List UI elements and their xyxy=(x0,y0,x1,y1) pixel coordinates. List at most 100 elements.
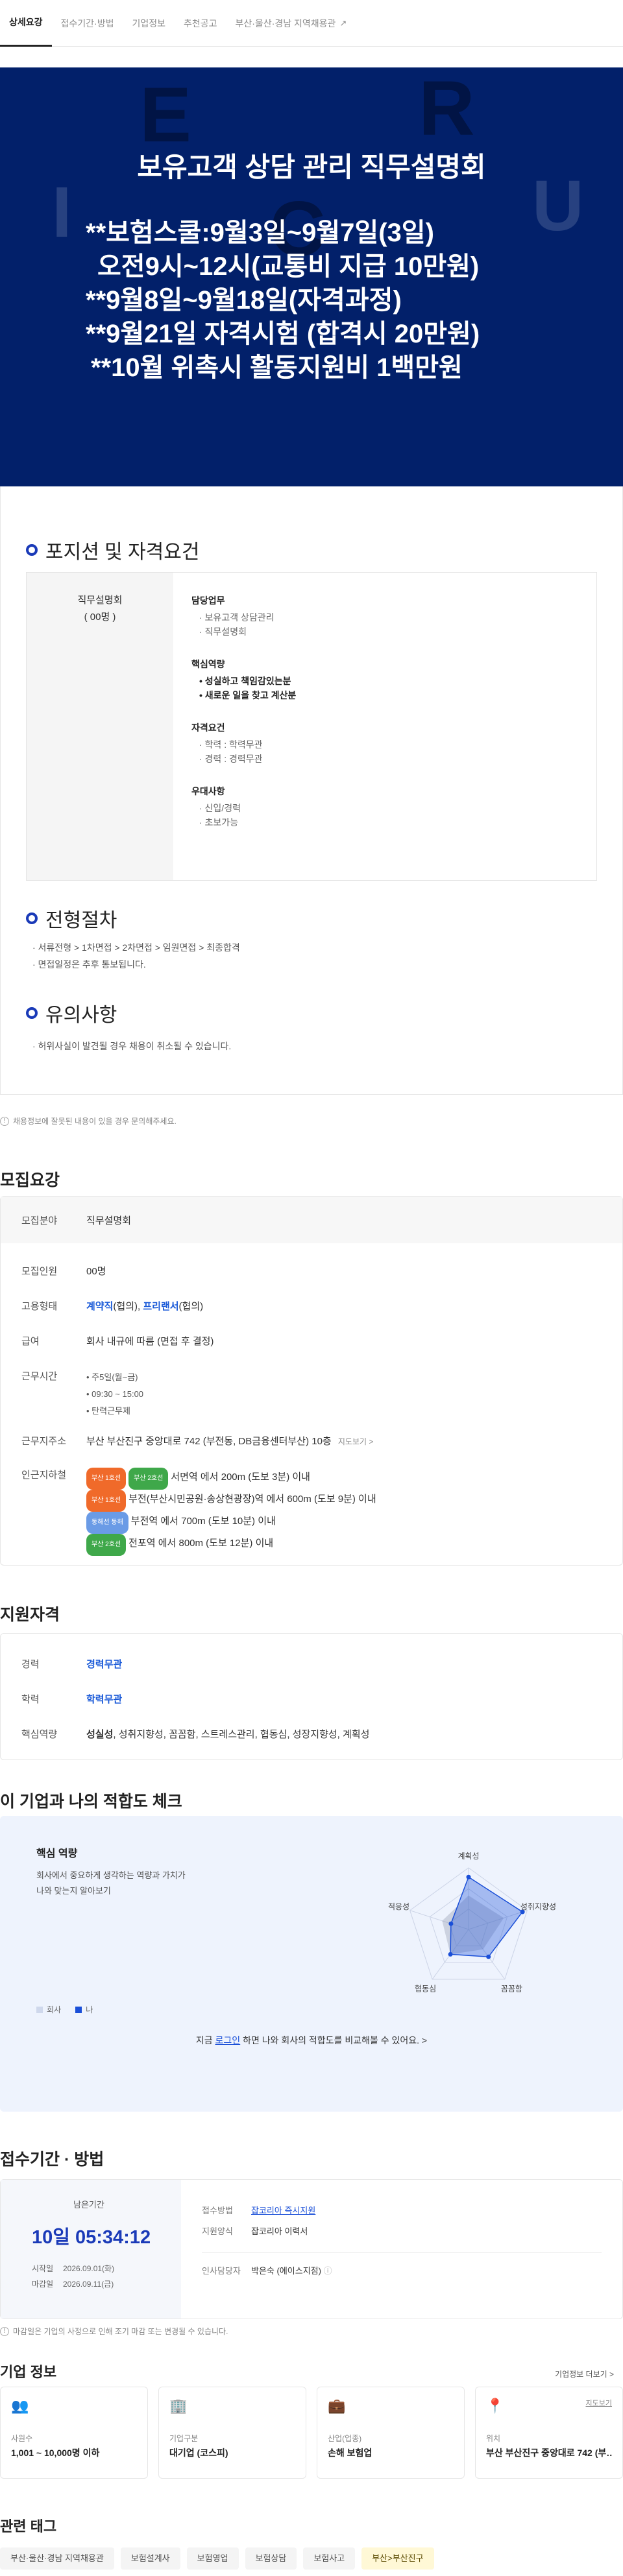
tag-item[interactable]: 부산·울산·경남 지역채용관 xyxy=(0,2547,114,2570)
fit-heading: 이 기업과 나의 적합도 체크 xyxy=(0,1793,182,1811)
count-label: 모집인원 xyxy=(21,1266,58,1277)
bullet-icon xyxy=(26,1007,38,1019)
start-label: 시작일 xyxy=(32,2264,54,2273)
card-map-link[interactable]: 지도보기 xyxy=(586,2398,612,2420)
apply-countdown: 남은기간 10일 05:34:12 시작일 2026.09.01(화) 마감일 20… xyxy=(1,2180,181,2319)
emp-freelance[interactable]: 프리랜서 xyxy=(143,1301,178,1312)
emp-freelance-note: (협의) xyxy=(178,1301,204,1312)
tab-regional-hiring[interactable]: 부산·울산·경남 지역채용관 ↗ xyxy=(226,0,356,47)
address-value: 부산 부산진구 중앙대로 742 (부전동, DB금융센터부산) 10층 xyxy=(86,1436,332,1447)
process-heading: 전형절차 xyxy=(26,904,117,933)
pref-item: · 신입/경력 xyxy=(199,803,241,813)
tab-apply-period[interactable]: 접수기간·방법 xyxy=(52,0,123,47)
qualify-heading: 지원자격 xyxy=(0,1606,60,1624)
qualify-core-row: 핵심역량 성실성, 성취지향성, 꼼꼼함, 스트레스관리, 협동심, 성장지향성,… xyxy=(21,1727,369,1741)
radar-axis-label: 성취지향성 xyxy=(520,1902,556,1911)
subway-line-badge: 부산 1호선 xyxy=(86,1490,127,1512)
subway-item: 동해선 동해 부전역 에서 700m (도보 10분) 이내 xyxy=(86,1512,376,1534)
company-card-type: 🏢 기업구분 대기업 (코스피) xyxy=(158,2387,306,2479)
tab-detail[interactable]: 상세요강 xyxy=(0,0,52,47)
hero-line: **보험스쿨:9월3일~9월7일(3일) xyxy=(86,219,434,247)
hero-title: 보유고객 상담 관리 직무설명회 xyxy=(137,152,486,182)
tag-item[interactable]: 보험영업 xyxy=(186,2547,239,2570)
radar-me-point xyxy=(466,1874,471,1879)
duties-group: 담당업무 · 보유고객 상담관리 · 직무설명회 xyxy=(191,593,578,639)
subway-line-badge: 부산 2호선 xyxy=(128,1468,169,1490)
edu-label: 학력 xyxy=(21,1694,40,1705)
subway-item: 부산 1호선 부산 2호선 서면역 에서 200m (도보 3분) 이내 xyxy=(86,1468,376,1490)
tags-heading: 관련 태그 xyxy=(0,2518,57,2534)
count-value: 00명 xyxy=(86,1266,106,1277)
tag-item[interactable]: 보험상담 xyxy=(245,2547,297,2570)
hours-item: • 09:30 ~ 15:00 xyxy=(86,1389,144,1399)
subway-item: 부산 1호선 부전(부산시민공원·송상현광장)역 에서 600m (도보 9분) … xyxy=(86,1490,376,1512)
exp-value[interactable]: 경력무관 xyxy=(86,1657,122,1671)
start-value: 2026.09.01(화) xyxy=(63,2264,115,2273)
fit-radar-chart: 계획성성취지향성꼼꼼함 협동심 적응성 xyxy=(388,1852,556,1993)
subway-line-badge: 부산 1호선 xyxy=(86,1468,127,1490)
emp-contract-note: (협의), xyxy=(113,1301,143,1312)
tag-item[interactable]: 부산>부산진구 xyxy=(361,2547,434,2570)
tag-item[interactable]: 보험사고 xyxy=(303,2547,356,2570)
subway-line-badge: 동해선 동해 xyxy=(86,1512,128,1534)
info-icon: ! xyxy=(0,1116,9,1126)
tab-recommended[interactable]: 추천공고 xyxy=(175,0,226,47)
radar-me-point xyxy=(448,1921,454,1926)
info-icon[interactable]: ⓘ xyxy=(324,2266,332,2276)
hero-line: **9월21일 자격시험 (합격시 20만원) xyxy=(86,320,480,348)
core-label: 핵심역량 xyxy=(21,1729,58,1740)
edu-value[interactable]: 학력무관 xyxy=(86,1692,122,1706)
fit-panel: 핵심 역량 회사에서 중요하게 생각하는 역량과 가치가 나와 맞는지 알아보기… xyxy=(0,1816,623,2112)
pref-group: 우대사항 · 신입/경력 · 초보가능 xyxy=(191,784,578,829)
login-link[interactable]: 로그인 xyxy=(215,2035,241,2045)
company-card-employees: 👥 사원수 1,001 ~ 10,000명 이하 xyxy=(0,2387,148,2479)
legend-company-swatch xyxy=(36,2006,43,2013)
pin-icon: 📍 지도보기 xyxy=(486,2398,612,2420)
company-card-location: 📍 지도보기 위치 부산 부산진구 중앙대로 742 (부… xyxy=(475,2387,623,2479)
subway-text: 서면역 에서 200m (도보 3분) 이내 xyxy=(171,1472,310,1483)
subway-text: 전포역 에서 800m (도보 12분) 이내 xyxy=(128,1538,274,1549)
salary-label: 급여 xyxy=(21,1336,40,1347)
role-cell: 직무설명회 ( 00명 ) xyxy=(27,573,173,880)
company-more-link[interactable]: 기업정보 더보기 > xyxy=(555,2368,614,2379)
deadline-notice-text: 마감일은 기업의 사정으로 인해 조기 마감 또는 변경될 수 있습니다. xyxy=(13,2327,228,2336)
map-link[interactable]: 지도보기 > xyxy=(338,1437,374,1446)
recruit-emp-row: 고용형태 계약직(협의), 프리랜서(협의) xyxy=(21,1299,203,1313)
apply-dates: 시작일 2026.09.01(화) 마감일 2026.09.11(금) xyxy=(32,2261,181,2292)
salary-value: 회사 내규에 따름 (면접 후 결정) xyxy=(86,1336,214,1347)
tab-company-info[interactable]: 기업정보 xyxy=(123,0,175,47)
radar-me-point xyxy=(448,1951,453,1957)
tag-item[interactable]: 보험설계사 xyxy=(120,2547,180,2570)
recruit-count-row: 모집인원 00명 xyxy=(21,1264,106,1278)
emp-contract[interactable]: 계약직 xyxy=(86,1301,113,1312)
method-value[interactable]: 잡코리아 즉시지원 xyxy=(251,2206,315,2215)
qual-item: · 학력 : 학력무관 xyxy=(199,739,263,750)
qualify-exp-row: 경력 경력무관 xyxy=(21,1657,122,1671)
hr-label: 인사담당자 xyxy=(202,2266,241,2276)
pref-title: 우대사항 xyxy=(191,786,225,796)
subway-item: 부산 2호선 전포역 에서 800m (도보 12분) 이내 xyxy=(86,1534,376,1556)
card-label: 사원수 xyxy=(11,2434,33,2443)
report-notice-text[interactable]: 채용정보에 잘못된 내용이 있을 경우 문의해주세요. xyxy=(13,1115,177,1127)
process-note: · 면접일정은 추후 통보됩니다. xyxy=(32,959,146,970)
core-group: 핵심역량 • 성실하고 책임감있는분 • 새로운 일을 찾고 계산분 xyxy=(191,657,578,702)
hero-text: 보유고객 상담 관리 직무설명회 **보험스쿨:9월3일~9월7일(3일) 오전… xyxy=(0,145,623,385)
legend-me: 나 xyxy=(86,2005,93,2014)
position-heading: 포지션 및 자격요건 xyxy=(26,536,199,564)
apply-panel: 남은기간 10일 05:34:12 시작일 2026.09.01(화) 마감일 20… xyxy=(0,2179,623,2319)
hero-line: 오전9시~12시(교통비 지급 10만원) xyxy=(97,252,480,281)
briefcase-icon: 💼 xyxy=(328,2398,346,2414)
people-icon: 👥 xyxy=(11,2398,29,2414)
recruit-address-row: 근무지주소 부산 부산진구 중앙대로 742 (부전동, DB금융센터부산) 10… xyxy=(21,1434,373,1448)
company-card-industry: 💼 산업(업종) 손해 보험업 xyxy=(317,2387,465,2479)
fit-login-prompt: 지금 로그인 하면 나와 회사의 적합도를 비교해볼 수 있어요. > xyxy=(0,2034,623,2047)
section-tabs: 상세요강 접수기간·방법 기업정보 추천공고 부산·울산·경남 지역채용관 ↗ xyxy=(0,0,623,47)
duty-item: · 직무설명회 xyxy=(199,626,247,637)
radar-axis-label: 협동심 xyxy=(415,1984,436,1993)
end-value: 2026.09.11(금) xyxy=(63,2280,114,2289)
remain-label: 남은기간 xyxy=(73,2200,104,2210)
qualify-panel: 경력 경력무관 학력 학력무관 핵심역량 성실성, 성취지향성, 꼼꼼함, 스트레스관… xyxy=(0,1633,623,1760)
duties-title: 담당업무 xyxy=(191,595,225,606)
login-prompt-post: 하면 나와 회사의 적합도를 비교해볼 수 있어요. > xyxy=(240,2035,428,2045)
recruit-field-row: 모집분야 직무설명회 xyxy=(1,1197,622,1243)
